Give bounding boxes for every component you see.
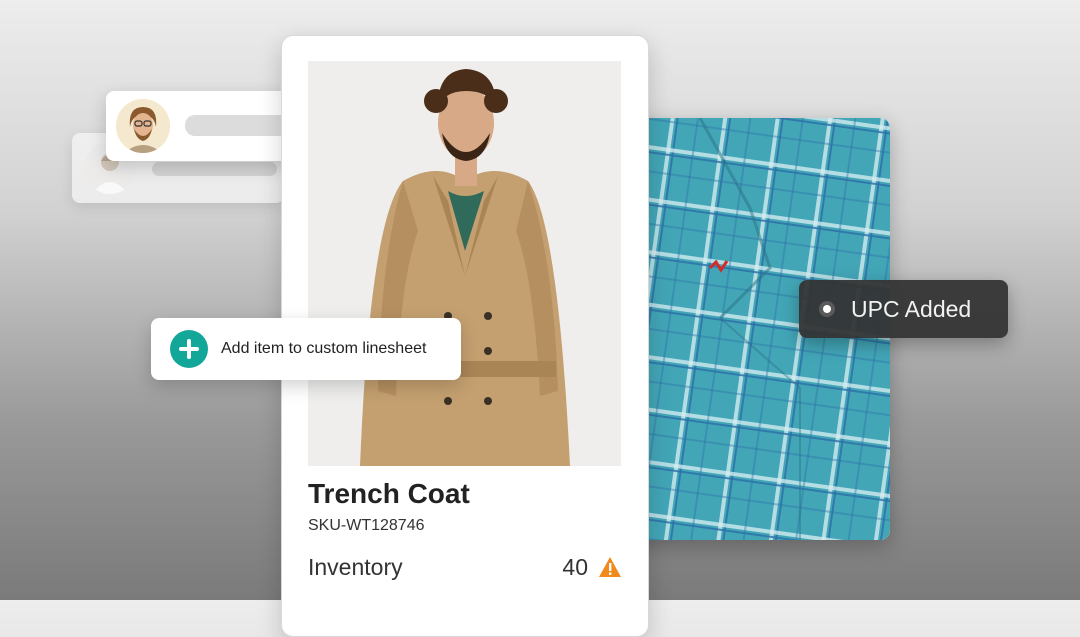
upc-status-label: UPC Added [851, 296, 972, 322]
warning-triangle-icon [599, 557, 621, 577]
product-title: Trench Coat [308, 478, 470, 509]
comment-placeholder-line [152, 162, 277, 176]
upc-status-badge: UPC Added [799, 280, 1008, 338]
radio-dot-icon [819, 301, 835, 317]
product-sku: SKU-WT128746 [308, 517, 425, 534]
inventory-label: Inventory [308, 554, 403, 580]
add-to-linesheet-button[interactable]: Add item to custom linesheet [151, 318, 461, 380]
plus-circle-icon [170, 330, 208, 368]
avatar [116, 99, 170, 153]
inventory-count: 40 [562, 554, 588, 580]
add-to-linesheet-label: Add item to custom linesheet [221, 340, 427, 357]
product-image [308, 61, 621, 466]
